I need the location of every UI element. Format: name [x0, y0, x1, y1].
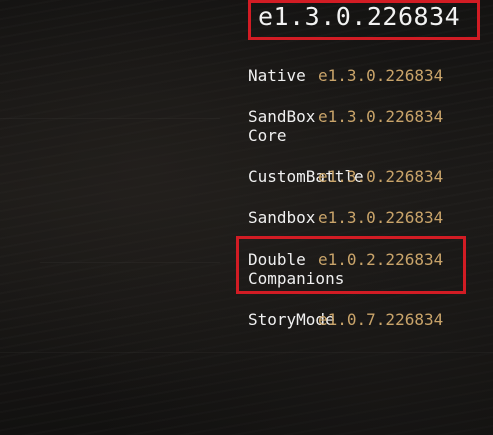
mod-name: SandBox: [248, 107, 316, 126]
mod-name-line2: Core: [248, 126, 287, 145]
mod-version: e1.3.0.226834: [318, 66, 444, 85]
game-version-highlight-box: [248, 0, 480, 40]
mod-version: e1.3.0.226834: [318, 107, 444, 126]
background-texture: [40, 262, 220, 263]
mod-version: e1.0.7.226834: [318, 310, 444, 329]
mod-version: e1.3.0.226834: [318, 167, 444, 186]
mod-version: e1.3.0.226834: [318, 208, 444, 227]
background-texture: [0, 118, 220, 119]
mod-name: Sandbox: [248, 208, 316, 227]
background-texture: [0, 352, 493, 353]
mod-highlight-box: [236, 236, 466, 294]
mod-name: Native: [248, 66, 306, 85]
game-screen: { "game_version": "e1.3.0.226834", "mods…: [0, 0, 493, 435]
